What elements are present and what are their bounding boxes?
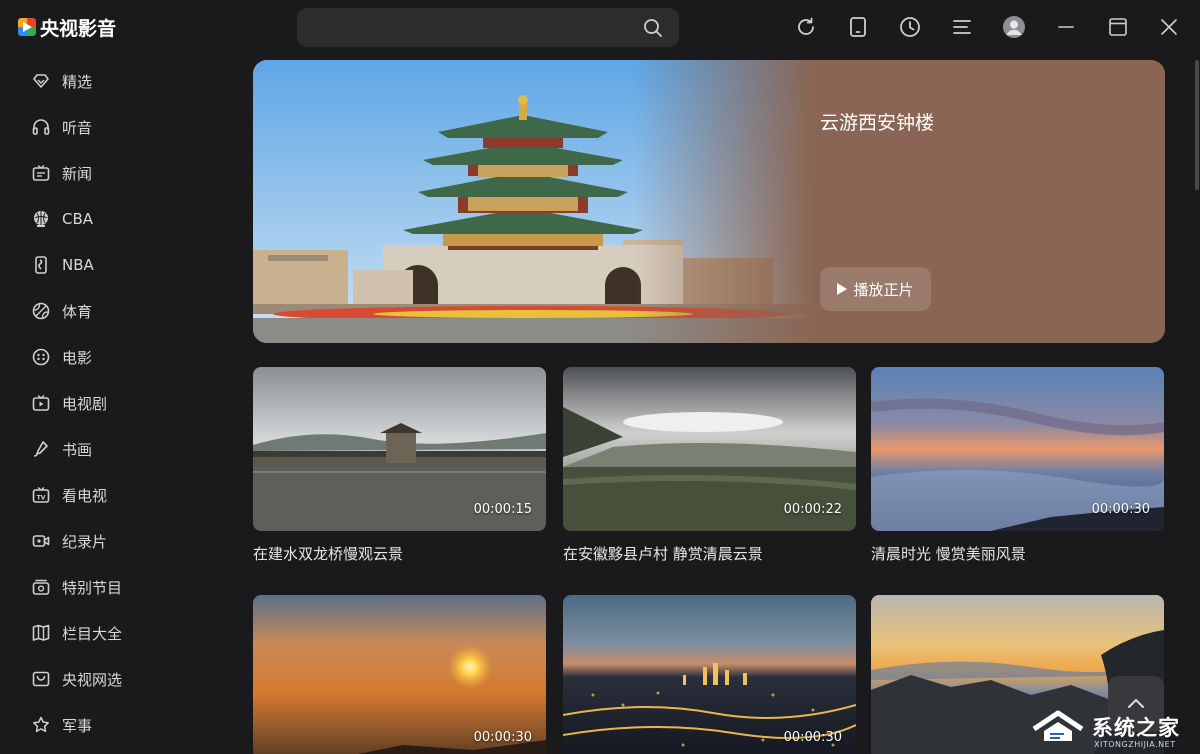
sidebar-item-label: 看电视 bbox=[62, 486, 108, 505]
sidebar-item-cba[interactable]: CBA bbox=[30, 204, 190, 234]
sidebar-item-news[interactable]: 新闻 bbox=[30, 158, 190, 188]
video-duration: 00:00:30 bbox=[1091, 502, 1150, 517]
search-input[interactable] bbox=[311, 8, 631, 47]
tv-icon: TV bbox=[30, 484, 52, 506]
sidebar-item-documentary[interactable]: 纪录片 bbox=[30, 526, 190, 556]
hero-title: 云游西安钟楼 bbox=[820, 112, 935, 134]
menu-icon[interactable] bbox=[950, 15, 974, 39]
video-duration: 00:00:30 bbox=[473, 730, 532, 745]
cba-icon bbox=[30, 208, 52, 230]
video-thumbnail[interactable]: 00:00:15 bbox=[253, 367, 546, 531]
mobile-icon[interactable] bbox=[846, 15, 870, 39]
sidebar-item-columns[interactable]: 栏目大全 bbox=[30, 618, 190, 648]
watermark: 系统之家 XITONGZHIJIA.NET bbox=[1030, 700, 1200, 754]
movie-icon bbox=[30, 346, 52, 368]
app-logo[interactable]: 央视影音 bbox=[18, 14, 116, 40]
news-icon bbox=[30, 162, 52, 184]
maximize-icon[interactable] bbox=[1106, 15, 1130, 39]
history-icon[interactable] bbox=[898, 15, 922, 39]
video-card[interactable]: 00:00:30 清晨时光 慢赏美丽风景 bbox=[871, 367, 1164, 564]
headphones-icon bbox=[30, 116, 52, 138]
sidebar-item-painting[interactable]: 书画 bbox=[30, 434, 190, 464]
video-thumbnail[interactable]: 00:00:30 bbox=[871, 367, 1164, 531]
avatar-icon[interactable] bbox=[1002, 15, 1026, 39]
shop-icon bbox=[30, 668, 52, 690]
watermark-logo-icon bbox=[1032, 710, 1084, 741]
video-title[interactable]: 在建水双龙桥慢观云景 bbox=[253, 543, 546, 564]
columns-icon bbox=[30, 622, 52, 644]
title-bar: 央视影音 bbox=[0, 0, 1200, 56]
sidebar-item-label: 央视网选 bbox=[62, 670, 123, 689]
sidebar-item-military[interactable]: 军事 bbox=[30, 710, 190, 740]
sidebar-item-label: NBA bbox=[62, 256, 94, 274]
sidebar-item-movie[interactable]: 电影 bbox=[30, 342, 190, 372]
sidebar-item-label: 电影 bbox=[62, 348, 93, 367]
sidebar-item-shop[interactable]: 央视网选 bbox=[30, 664, 190, 694]
sidebar-item-label: 书画 bbox=[62, 440, 93, 459]
hero-gradient bbox=[633, 60, 813, 343]
sidebar-item-special[interactable]: 特别节目 bbox=[30, 572, 190, 602]
sidebar-item-nba[interactable]: NBA bbox=[30, 250, 190, 280]
search-bar[interactable] bbox=[297, 8, 679, 47]
documentary-icon bbox=[30, 530, 52, 552]
special-icon bbox=[30, 576, 52, 598]
video-duration: 00:00:15 bbox=[473, 502, 532, 517]
tv-series-icon bbox=[30, 392, 52, 414]
sidebar-item-featured[interactable]: 精选 bbox=[30, 66, 190, 96]
video-duration: 00:00:30 bbox=[783, 730, 842, 745]
watermark-text: 系统之家 bbox=[1092, 716, 1180, 740]
sidebar-item-label: 听音 bbox=[62, 118, 93, 137]
svg-text:TV: TV bbox=[37, 495, 46, 502]
watermark-subtext: XITONGZHIJIA.NET bbox=[1094, 740, 1176, 749]
sidebar-item-label: 电视剧 bbox=[62, 394, 108, 413]
play-button-label: 播放正片 bbox=[853, 280, 914, 299]
sidebar-item-label: 体育 bbox=[62, 302, 93, 321]
sidebar-item-label: 军事 bbox=[62, 716, 93, 735]
sidebar-item-label: 精选 bbox=[62, 72, 93, 91]
video-title[interactable]: 在安徽黟县卢村 静赏清晨云景 bbox=[563, 543, 856, 564]
video-card[interactable]: 00:00:30 bbox=[253, 595, 546, 754]
military-icon bbox=[30, 714, 52, 736]
sidebar-item-label: CBA bbox=[62, 210, 94, 228]
play-button[interactable]: 播放正片 bbox=[820, 267, 931, 311]
video-card[interactable]: 00:00:15 在建水双龙桥慢观云景 bbox=[253, 367, 546, 564]
painting-icon bbox=[30, 438, 52, 460]
refresh-icon[interactable] bbox=[794, 15, 818, 39]
sidebar-item-label: 栏目大全 bbox=[62, 624, 123, 643]
sidebar-item-label: 特别节目 bbox=[62, 578, 123, 597]
video-thumbnail[interactable]: 00:00:30 bbox=[253, 595, 546, 754]
app-title: 央视影音 bbox=[40, 17, 117, 40]
logo-icon bbox=[18, 18, 36, 36]
video-card[interactable]: 00:00:22 在安徽黟县卢村 静赏清晨云景 bbox=[563, 367, 856, 564]
video-card[interactable]: 00:00:30 bbox=[563, 595, 856, 754]
video-title[interactable]: 清晨时光 慢赏美丽风景 bbox=[871, 543, 1164, 564]
sidebar-item-label: 新闻 bbox=[62, 164, 93, 183]
search-icon[interactable] bbox=[643, 18, 663, 38]
close-icon[interactable] bbox=[1157, 15, 1181, 39]
play-icon bbox=[837, 283, 848, 295]
sidebar-item-tv[interactable]: TV 看电视 bbox=[30, 480, 190, 510]
video-thumbnail[interactable]: 00:00:30 bbox=[563, 595, 856, 754]
sidebar-item-tv-series[interactable]: 电视剧 bbox=[30, 388, 190, 418]
sidebar-item-sports[interactable]: 体育 bbox=[30, 296, 190, 326]
nba-icon bbox=[30, 254, 52, 276]
sports-icon bbox=[30, 300, 52, 322]
sidebar-item-audio[interactable]: 听音 bbox=[30, 112, 190, 142]
video-duration: 00:00:22 bbox=[783, 502, 842, 517]
featured-icon bbox=[30, 70, 52, 92]
scrollbar[interactable] bbox=[1195, 60, 1199, 190]
hero-banner[interactable]: 云游西安钟楼 播放正片 bbox=[253, 60, 1165, 343]
minimize-icon[interactable] bbox=[1054, 15, 1078, 39]
sidebar-item-label: 纪录片 bbox=[62, 532, 108, 551]
video-thumbnail[interactable]: 00:00:22 bbox=[563, 367, 856, 531]
